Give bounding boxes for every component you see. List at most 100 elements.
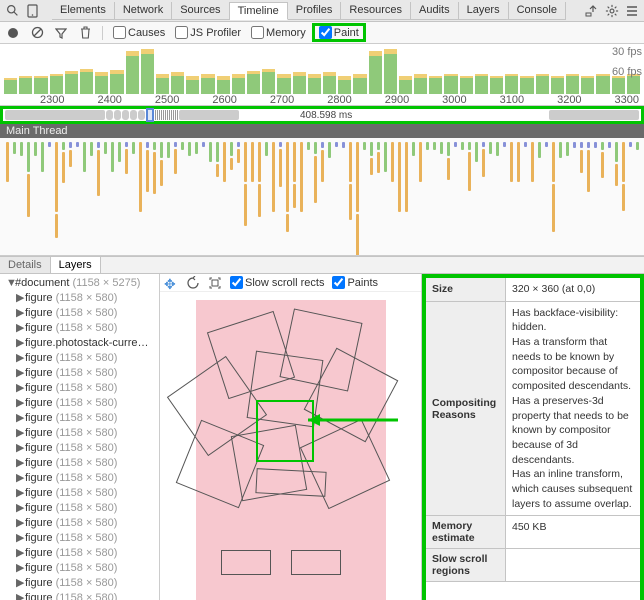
- rotate-icon[interactable]: [186, 276, 200, 290]
- disclosure-icon[interactable]: ▶: [16, 516, 25, 529]
- flame-block: [13, 142, 16, 154]
- disclosure-icon[interactable]: ▶: [16, 366, 25, 379]
- paints-checkbox[interactable]: Paints: [332, 276, 378, 289]
- device-icon[interactable]: [24, 3, 40, 19]
- tree-row[interactable]: ▶figure (1158 × 580): [0, 590, 159, 600]
- tree-row[interactable]: ▶figure (1158 × 580): [0, 305, 159, 320]
- tree-row[interactable]: ▼#document (1158 × 5275): [0, 276, 159, 290]
- fps-bar: [277, 74, 290, 94]
- tab-timeline[interactable]: Timeline: [230, 2, 288, 20]
- disclosure-icon[interactable]: ▶: [16, 531, 25, 544]
- fps-bar: [353, 74, 366, 94]
- layer-tree[interactable]: ▼#document (1158 × 5275)▶figure (1158 × …: [0, 274, 160, 600]
- menu-icon[interactable]: [624, 3, 640, 19]
- search-icon[interactable]: [4, 3, 20, 19]
- tree-row[interactable]: ▶figure (1158 × 580): [0, 575, 159, 590]
- disclosure-icon[interactable]: ▶: [16, 561, 25, 574]
- record-icon[interactable]: [6, 26, 20, 40]
- tab-audits[interactable]: Audits: [411, 2, 459, 19]
- disclosure-icon[interactable]: ▶: [16, 471, 25, 484]
- tree-dims: (1158 × 580): [56, 427, 118, 439]
- tree-dims: (1158 × 580): [56, 517, 118, 529]
- fps-chart[interactable]: 30 fps 60 fps 2300 ms2400 ms2500 ms2600 …: [0, 44, 644, 106]
- slow-rects-checkbox[interactable]: Slow scroll rects: [230, 276, 324, 289]
- tab-layers[interactable]: Layers: [459, 2, 509, 19]
- prop-size: Size 320 × 360 (at 0,0): [426, 278, 640, 302]
- reset-icon[interactable]: [208, 276, 222, 290]
- flame-chart[interactable]: [0, 138, 644, 256]
- causes-checkbox[interactable]: Causes: [113, 26, 165, 39]
- tree-row[interactable]: ▶figure (1158 × 580): [0, 395, 159, 410]
- lower-tab-details[interactable]: Details: [0, 257, 51, 273]
- fps-bar: [429, 76, 442, 94]
- tab-sources[interactable]: Sources: [172, 2, 229, 19]
- tree-row[interactable]: ▶figure (1158 × 580): [0, 425, 159, 440]
- tree-row[interactable]: ▶figure (1158 × 580): [0, 320, 159, 335]
- lower-tab-layers[interactable]: Layers: [51, 257, 101, 273]
- disclosure-icon[interactable]: ▶: [16, 291, 25, 304]
- disclosure-icon[interactable]: ▶: [16, 381, 25, 394]
- tab-elements[interactable]: Elements: [52, 2, 115, 19]
- memory-checkbox[interactable]: Memory: [251, 26, 306, 39]
- paint-checkbox[interactable]: Paint: [319, 26, 359, 39]
- tree-row[interactable]: ▶figure (1158 × 580): [0, 350, 159, 365]
- tree-row[interactable]: ▶figure (1158 × 580): [0, 470, 159, 485]
- disclosure-icon[interactable]: ▶: [16, 321, 25, 334]
- disclosure-icon[interactable]: ▶: [16, 546, 25, 559]
- disclosure-icon[interactable]: ▶: [16, 396, 25, 409]
- disclosure-icon[interactable]: ▶: [16, 486, 25, 499]
- drawer-icon[interactable]: [584, 3, 600, 19]
- tree-row[interactable]: ▶figure (1158 × 580): [0, 440, 159, 455]
- tree-row[interactable]: ▶figure (1158 × 580): [0, 485, 159, 500]
- tree-row[interactable]: ▶figure (1158 × 580): [0, 380, 159, 395]
- tab-profiles[interactable]: Profiles: [288, 2, 342, 19]
- tree-row[interactable]: ▶figure (1158 × 580): [0, 455, 159, 470]
- jsprofiler-checkbox[interactable]: JS Profiler: [175, 26, 241, 39]
- disclosure-icon[interactable]: ▶: [16, 576, 25, 589]
- fps-bar: [308, 74, 321, 94]
- disclosure-icon[interactable]: ▶: [16, 306, 25, 319]
- disclosure-icon[interactable]: ▶: [16, 336, 25, 349]
- tree-row[interactable]: ▶figure (1158 × 580): [0, 560, 159, 575]
- disclosure-icon[interactable]: ▼: [6, 277, 15, 289]
- tree-row[interactable]: ▶figure (1158 × 580): [0, 365, 159, 380]
- tree-dims: (1158 × 580): [56, 412, 118, 424]
- flame-block: [503, 142, 506, 147]
- tab-network[interactable]: Network: [115, 2, 172, 19]
- disclosure-icon[interactable]: ▶: [16, 456, 25, 469]
- tree-row[interactable]: ▶figure (1158 × 580): [0, 545, 159, 560]
- overview-seg: [549, 110, 639, 120]
- tree-row[interactable]: ▶figure (1158 × 580): [0, 500, 159, 515]
- trash-icon[interactable]: [78, 26, 92, 40]
- flame-block: [314, 142, 317, 154]
- disclosure-icon[interactable]: ▶: [16, 351, 25, 364]
- flame-block: [265, 142, 268, 156]
- flame-block: [426, 142, 429, 150]
- overview-window[interactable]: [146, 108, 154, 122]
- flame-block: [104, 142, 107, 154]
- time-tick: 2500 ms: [155, 94, 184, 106]
- disclosure-icon[interactable]: ▶: [16, 426, 25, 439]
- disclosure-icon[interactable]: ▶: [16, 441, 25, 454]
- filter-icon[interactable]: [54, 26, 68, 40]
- tab-console[interactable]: Console: [509, 2, 566, 19]
- disclosure-icon[interactable]: ▶: [16, 411, 25, 424]
- tree-row[interactable]: ▶figure (1158 × 580): [0, 410, 159, 425]
- flame-block: [636, 142, 639, 150]
- tree-row[interactable]: ▶figure.photostack-curre…: [0, 335, 159, 350]
- flame-block: [391, 142, 394, 182]
- pan-icon[interactable]: ✥: [164, 276, 178, 290]
- disclosure-icon[interactable]: ▶: [16, 591, 25, 600]
- memory-label: Memory: [266, 27, 306, 39]
- gear-icon[interactable]: [604, 3, 620, 19]
- disclosure-icon[interactable]: ▶: [16, 501, 25, 514]
- tree-row[interactable]: ▶figure (1158 × 580): [0, 290, 159, 305]
- tab-resources[interactable]: Resources: [341, 2, 411, 19]
- flame-block: [41, 142, 44, 172]
- flame-block: [48, 142, 51, 147]
- clear-icon[interactable]: [30, 26, 44, 40]
- canvas-body[interactable]: [160, 292, 421, 600]
- overview-bar[interactable]: 408.598 ms: [0, 106, 644, 124]
- tree-row[interactable]: ▶figure (1158 × 580): [0, 530, 159, 545]
- tree-row[interactable]: ▶figure (1158 × 580): [0, 515, 159, 530]
